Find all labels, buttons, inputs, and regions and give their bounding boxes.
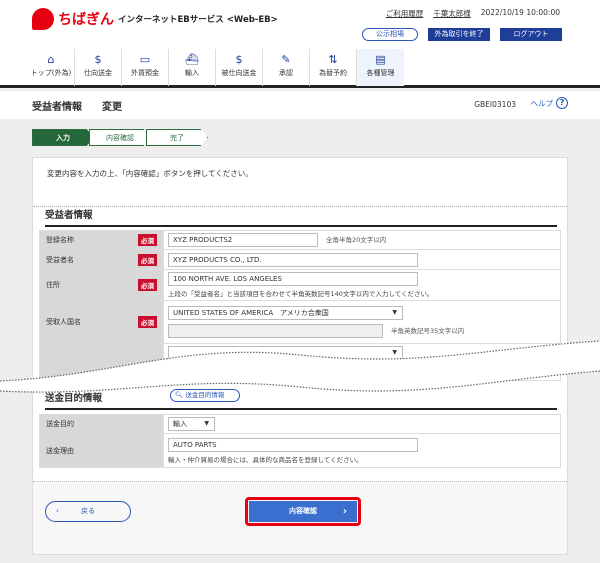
logo: ちばぎん インターネットEBサービス <Web-EB>	[32, 8, 278, 30]
progress-steps: 入力 内容確認 完了	[32, 129, 208, 146]
section-heading-purpose: 送金目的情報 🔍︎ 送金目的情報	[45, 389, 557, 410]
purpose-select[interactable]: 輸入	[168, 417, 215, 431]
nav-label: 承認	[279, 69, 293, 77]
required-badge: 必須	[138, 316, 157, 328]
header: ちばぎん インターネットEBサービス <Web-EB> ご利用履歴 千葉太郎様 …	[0, 0, 600, 88]
purpose-lookup-button[interactable]: 🔍︎ 送金目的情報	[170, 389, 240, 402]
incoming-icon: $	[235, 53, 243, 66]
logout-button[interactable]: ログアウト	[500, 28, 562, 41]
confirm-highlight: 内容確認 ›	[245, 497, 361, 526]
nav-label: 外貨預金	[131, 69, 159, 77]
end-fx-button[interactable]: 外為取引を終了	[428, 28, 490, 41]
purpose-table: 送金目的 輸入 送金理由 AUTO PARTS 輸入・仲介貿易の場合には、具体的な…	[39, 414, 561, 468]
nav-label: 輸入	[185, 69, 199, 77]
required-badge: 必須	[138, 253, 157, 266]
table-row: 登録名称 必須 XYZ PRODUCTS2 全角半角20文字以内	[39, 230, 561, 250]
import-icon: ⛴	[185, 53, 199, 66]
table-row: 受益者名 必須 XYZ PRODUCTS CO., LTD.	[39, 249, 561, 270]
service-name: インターネットEBサービス <Web-EB>	[118, 15, 278, 25]
table-row: 送金目的 輸入	[39, 414, 561, 434]
help-label: ヘルプ	[530, 98, 554, 108]
field-label: 登録名称	[46, 236, 74, 244]
lookup-label: 送金目的情報	[185, 391, 225, 399]
nav-label: 被仕向送金	[221, 69, 257, 77]
user-name-link[interactable]: 千葉太郎様	[433, 8, 471, 19]
home-icon: ⌂	[47, 53, 55, 66]
reason-input[interactable]: AUTO PARTS	[168, 437, 418, 452]
manage-icon: ▤	[375, 53, 386, 66]
nav-label: 為替予約	[319, 69, 347, 77]
required-badge: 必須	[138, 234, 157, 246]
step-input: 入力	[32, 129, 94, 146]
page-title: 受益者情報	[32, 102, 82, 113]
approve-icon: ✎	[281, 53, 291, 66]
nav-deposit[interactable]: ▭ 外貨預金	[122, 49, 169, 86]
table-row: 受取人国名 必須 UNITED STATES OF AMERICA アメリカ合衆国…	[39, 300, 561, 344]
field-hint: 輸入・仲介貿易の場合には、具体的な商品名を登録してください。	[168, 455, 363, 464]
beneficiary-table: 登録名称 必須 XYZ PRODUCTS2 全角半角20文字以内 受益者名 必須 XY…	[39, 230, 561, 381]
field-note: 全角半角20文字以内	[326, 236, 387, 244]
nav-label: 仕向送金	[84, 69, 112, 77]
chevron-right-icon: ›	[342, 506, 347, 517]
country-select[interactable]: UNITED STATES OF AMERICA アメリカ合衆国	[168, 306, 403, 320]
partial-input[interactable]	[168, 364, 383, 378]
partial-select[interactable]	[168, 346, 403, 360]
nav-incoming[interactable]: $ 被仕向送金	[216, 49, 263, 86]
reg-name-input[interactable]: XYZ PRODUCTS2	[168, 233, 318, 247]
nav-label: トップ(外為)	[30, 69, 72, 77]
nav-import[interactable]: ⛴ 輸入	[169, 49, 216, 86]
step-complete: 完了	[146, 129, 208, 146]
nav-label: 各種管理	[366, 69, 395, 77]
public-rates-button[interactable]: 公示相場	[362, 28, 418, 41]
brand-name: ちばぎん	[58, 12, 114, 28]
required-badge: 必須	[138, 279, 157, 291]
confirm-button[interactable]: 内容確認 ›	[249, 501, 357, 522]
heading-text: 送金目的情報	[45, 393, 103, 404]
page-subtitle: 変更	[102, 102, 122, 113]
title-bar: 受益者情報 変更 GBEI03103 ヘルプ?	[0, 91, 600, 119]
nav-forex[interactable]: ⇅ 為替予約	[310, 49, 357, 86]
back-label: 戻る	[81, 507, 95, 515]
field-label: 受益者名	[46, 255, 74, 264]
remittance-icon: $	[94, 53, 102, 66]
field-note: 半角英数記号35文字以内	[391, 327, 465, 335]
deposit-icon: ▭	[139, 53, 151, 66]
nav-remittance[interactable]: $ 仕向送金	[75, 49, 122, 86]
table-row	[39, 343, 561, 381]
logo-icon	[32, 8, 54, 30]
section-heading: 受益者情報	[45, 207, 557, 227]
field-label: 送金理由	[46, 446, 74, 455]
field-label: 受取人国名	[46, 318, 81, 326]
field-hint: 上段の「受益者名」と当該項目を合わせて半角英数記号140文字以内で入力してくださ…	[168, 290, 434, 298]
help-link[interactable]: ヘルプ?	[530, 97, 568, 109]
forex-icon: ⇅	[328, 53, 338, 66]
chevron-left-icon: ‹	[56, 507, 59, 515]
address-input[interactable]: 100 NORTH AVE. LOS ANGELES	[168, 272, 418, 286]
form-card: 変更内容を入力の上、「内容確認」ボタンを押してください。 受益者情報 登録名称必…	[32, 157, 568, 555]
step-confirm: 内容確認	[89, 129, 151, 146]
usage-history-link[interactable]: ご利用履歴	[386, 8, 424, 19]
nav-manage[interactable]: ▤ 各種管理	[357, 49, 404, 86]
nav-top[interactable]: ⌂ トップ(外為)	[28, 49, 75, 86]
field-label: 住所	[46, 281, 60, 289]
table-row: 送金理由 AUTO PARTS 輸入・仲介貿易の場合には、具体的な商品名を登録して…	[39, 433, 561, 468]
field-label: 送金目的	[46, 420, 74, 428]
instruction: 変更内容を入力の上、「内容確認」ボタンを押してください。	[47, 169, 253, 178]
back-button[interactable]: ‹ 戻る	[45, 501, 131, 522]
confirm-label: 内容確認	[289, 507, 317, 515]
screen-id: GBEI03103	[474, 100, 516, 109]
table-row: 住所 必須 100 NORTH AVE. LOS ANGELES 上段の「受益者名」…	[39, 269, 561, 301]
country-extra-input[interactable]	[168, 324, 383, 338]
beneficiary-name-input[interactable]: XYZ PRODUCTS CO., LTD.	[168, 252, 418, 267]
selected-value: UNITED STATES OF AMERICA アメリカ合衆国	[173, 309, 329, 317]
selected-value: 輸入	[173, 420, 187, 428]
nav-approve[interactable]: ✎ 承認	[263, 49, 310, 86]
question-icon: ?	[556, 97, 568, 109]
main-nav: ⌂ トップ(外為) $ 仕向送金 ▭ 外貨預金 ⛴ 輸入 $ 被仕向送金 ✎ 承認 ⇅ 為替予…	[28, 49, 404, 86]
datetime: 2022/10/19 10:00:00	[480, 8, 560, 17]
